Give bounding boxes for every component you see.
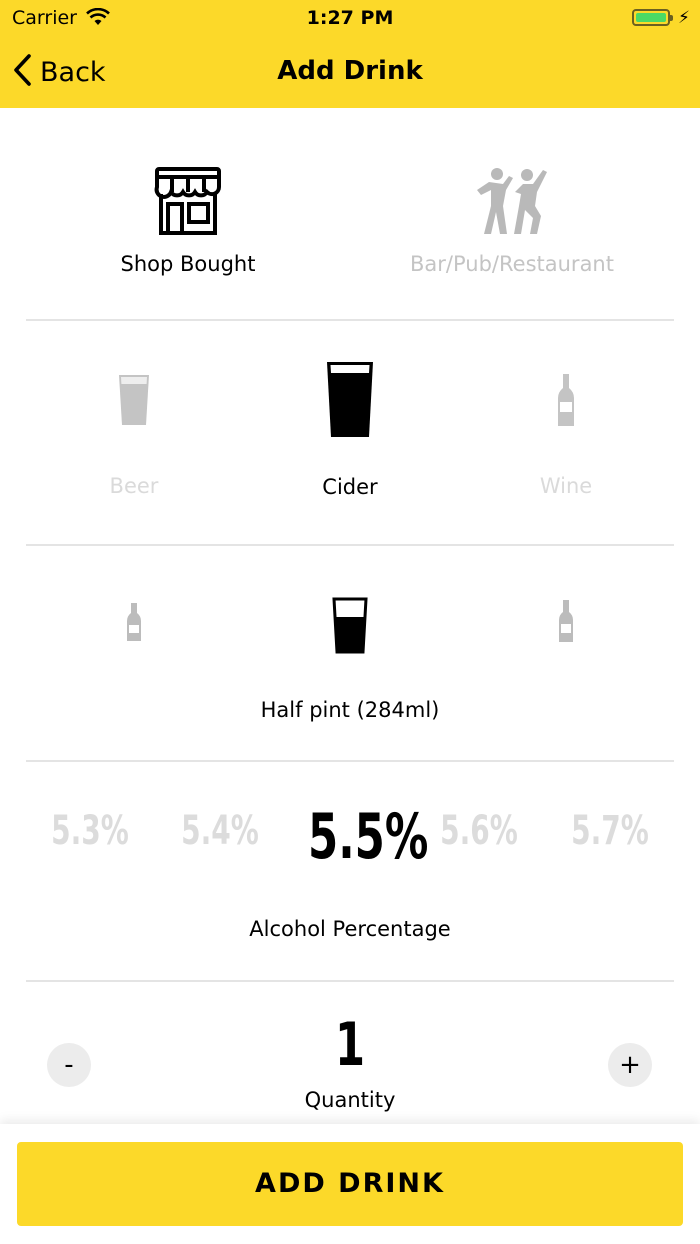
venue-option-shop[interactable]: Shop Bought (88, 166, 288, 276)
size-label: Half pint (284ml) (260, 698, 440, 722)
divider (26, 760, 674, 762)
alcohol-option-5-5-selected[interactable]: 5.5% (308, 800, 428, 873)
quantity-value: 1 (334, 1010, 366, 1080)
drink-type-cider[interactable]: Cider (290, 361, 410, 499)
navigation-header: Carrier 1:27 PM ⚡ Back Add Drink (0, 0, 700, 108)
drink-type-label-beer: Beer (109, 474, 159, 498)
divider (26, 544, 674, 546)
status-bar: Carrier 1:27 PM ⚡ (0, 0, 700, 38)
alcohol-option-5-7[interactable]: 5.7% (568, 808, 652, 854)
drink-type-beer[interactable]: Beer (74, 374, 194, 498)
quantity-label: Quantity (304, 1088, 396, 1112)
alcohol-option-5-4[interactable]: 5.4% (178, 808, 262, 854)
pint-glass-icon (74, 374, 194, 430)
drink-type-label-wine: Wine (539, 474, 593, 498)
charging-icon: ⚡ (678, 8, 690, 28)
add-drink-button[interactable]: ADD DRINK (17, 1142, 683, 1226)
pint-glass-icon (290, 361, 410, 442)
alcohol-percentage-label: Alcohol Percentage (249, 917, 451, 941)
page-title: Add Drink (277, 56, 423, 86)
footer-bar: ADD DRINK (0, 1124, 700, 1244)
venue-label-bar: Bar/Pub/Restaurant (410, 252, 614, 276)
size-option-small-bottle[interactable] (114, 603, 154, 645)
increment-quantity-button[interactable]: + (608, 1043, 652, 1087)
venue-option-bar[interactable]: Bar/Pub/Restaurant (392, 166, 632, 276)
bottle-icon (546, 600, 586, 646)
dancing-people-icon (392, 166, 632, 240)
alcohol-option-5-6[interactable]: 5.6% (437, 808, 521, 854)
venue-label-shop: Shop Bought (120, 252, 256, 276)
clock-label: 1:27 PM (306, 7, 394, 29)
battery-icon (632, 9, 673, 26)
drink-type-wine[interactable]: Wine (506, 374, 626, 498)
half-pint-glass-icon (320, 597, 380, 658)
divider (26, 980, 674, 982)
drink-type-label-cider: Cider (322, 475, 378, 499)
divider (26, 319, 674, 321)
shop-icon (88, 166, 288, 240)
alcohol-option-5-3[interactable]: 5.3% (48, 808, 132, 854)
small-bottle-icon (114, 603, 154, 645)
wine-bottle-icon (506, 374, 626, 430)
size-option-half-pint[interactable] (320, 597, 380, 658)
decrement-quantity-button[interactable]: - (47, 1043, 91, 1087)
size-option-bottle[interactable] (546, 600, 586, 646)
